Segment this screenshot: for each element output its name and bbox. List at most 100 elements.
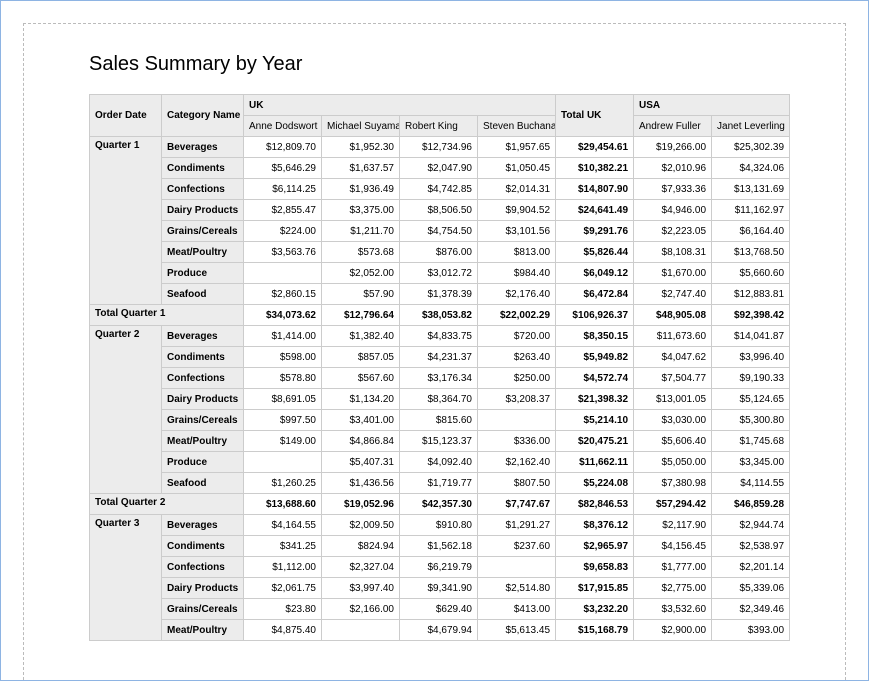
value-cell: $2,514.80 <box>478 578 556 599</box>
value-cell: $7,504.77 <box>634 368 712 389</box>
value-cell: $3,101.56 <box>478 221 556 242</box>
value-cell: $567.60 <box>322 368 400 389</box>
value-cell: $5,660.60 <box>712 263 790 284</box>
value-cell: $2,775.00 <box>634 578 712 599</box>
table-row: Quarter 3Beverages$4,164.55$2,009.50$910… <box>90 515 790 536</box>
hdr-usa-col: Janet Leverling <box>712 116 790 137</box>
value-cell: $341.25 <box>244 536 322 557</box>
value-cell: $2,009.50 <box>322 515 400 536</box>
value-cell: $807.50 <box>478 473 556 494</box>
value-cell: $2,010.96 <box>634 158 712 179</box>
total-uk-cell: $6,472.84 <box>556 284 634 305</box>
value-cell: $5,300.80 <box>712 410 790 431</box>
table-row: Condiments$598.00$857.05$4,231.37$263.40… <box>90 347 790 368</box>
hdr-uk-col: Anne Dodswort <box>244 116 322 137</box>
value-cell: $3,208.37 <box>478 389 556 410</box>
table-row: Dairy Products$8,691.05$1,134.20$8,364.7… <box>90 389 790 410</box>
value-cell: $2,052.00 <box>322 263 400 284</box>
value-cell: $1,670.00 <box>634 263 712 284</box>
value-cell: $4,114.55 <box>712 473 790 494</box>
value-cell: $815.60 <box>400 410 478 431</box>
value-cell: $336.00 <box>478 431 556 452</box>
total-cell: $92,398.42 <box>712 305 790 326</box>
value-cell: $1,050.45 <box>478 158 556 179</box>
table-row: Confections$6,114.25$1,936.49$4,742.85$2… <box>90 179 790 200</box>
total-uk-cell: $17,915.85 <box>556 578 634 599</box>
table-row: Confections$578.80$567.60$3,176.34$250.0… <box>90 368 790 389</box>
value-cell: $149.00 <box>244 431 322 452</box>
value-cell: $413.00 <box>478 599 556 620</box>
quarter-total-row: Total Quarter 2$13,688.60$19,052.96$42,3… <box>90 494 790 515</box>
value-cell: $1,260.25 <box>244 473 322 494</box>
category-label: Seafood <box>162 284 244 305</box>
value-cell: $2,201.14 <box>712 557 790 578</box>
value-cell: $13,768.50 <box>712 242 790 263</box>
total-cell: $22,002.29 <box>478 305 556 326</box>
table-row: Meat/Poultry$3,563.76$573.68$876.00$813.… <box>90 242 790 263</box>
total-uk-cell: $14,807.90 <box>556 179 634 200</box>
value-cell: $9,904.52 <box>478 200 556 221</box>
value-cell: $2,061.75 <box>244 578 322 599</box>
value-cell: $12,734.96 <box>400 137 478 158</box>
value-cell: $2,349.46 <box>712 599 790 620</box>
value-cell: $1,134.20 <box>322 389 400 410</box>
total-cell: $7,747.67 <box>478 494 556 515</box>
total-uk-cell: $4,572.74 <box>556 368 634 389</box>
total-cell: $34,073.62 <box>244 305 322 326</box>
value-cell: $9,341.90 <box>400 578 478 599</box>
value-cell: $3,030.00 <box>634 410 712 431</box>
value-cell: $813.00 <box>478 242 556 263</box>
value-cell: $1,291.27 <box>478 515 556 536</box>
value-cell: $4,231.37 <box>400 347 478 368</box>
value-cell: $8,691.05 <box>244 389 322 410</box>
value-cell: $2,900.00 <box>634 620 712 641</box>
category-label: Grains/Cereals <box>162 599 244 620</box>
table-row: Grains/Cereals$23.80$2,166.00$629.40$413… <box>90 599 790 620</box>
total-uk-cell: $2,965.97 <box>556 536 634 557</box>
total-cell: $19,052.96 <box>322 494 400 515</box>
quarter-total-label: Total Quarter 1 <box>90 305 244 326</box>
table-row: Dairy Products$2,061.75$3,997.40$9,341.9… <box>90 578 790 599</box>
value-cell: $23.80 <box>244 599 322 620</box>
value-cell: $3,176.34 <box>400 368 478 389</box>
value-cell: $19,266.00 <box>634 137 712 158</box>
total-cell: $46,859.28 <box>712 494 790 515</box>
category-label: Confections <box>162 368 244 389</box>
value-cell: $578.80 <box>244 368 322 389</box>
value-cell: $910.80 <box>400 515 478 536</box>
value-cell: $5,124.65 <box>712 389 790 410</box>
total-uk-cell: $20,475.21 <box>556 431 634 452</box>
value-cell: $1,211.70 <box>322 221 400 242</box>
value-cell: $1,436.56 <box>322 473 400 494</box>
value-cell <box>322 620 400 641</box>
table-row: Quarter 2Beverages$1,414.00$1,382.40$4,8… <box>90 326 790 347</box>
value-cell: $1,378.39 <box>400 284 478 305</box>
value-cell: $25,302.39 <box>712 137 790 158</box>
total-uk-cell: $11,662.11 <box>556 452 634 473</box>
value-cell: $263.40 <box>478 347 556 368</box>
value-cell: $15,123.37 <box>400 431 478 452</box>
total-uk-cell: $106,926.37 <box>556 305 634 326</box>
total-uk-cell: $15,168.79 <box>556 620 634 641</box>
value-cell <box>244 452 322 473</box>
value-cell: $2,223.05 <box>634 221 712 242</box>
total-uk-cell: $6,049.12 <box>556 263 634 284</box>
value-cell: $5,339.06 <box>712 578 790 599</box>
value-cell: $4,833.75 <box>400 326 478 347</box>
total-uk-cell: $29,454.61 <box>556 137 634 158</box>
total-cell: $42,357.30 <box>400 494 478 515</box>
value-cell: $2,855.47 <box>244 200 322 221</box>
category-label: Beverages <box>162 137 244 158</box>
value-cell: $5,050.00 <box>634 452 712 473</box>
value-cell: $6,114.25 <box>244 179 322 200</box>
table-row: Seafood$1,260.25$1,436.56$1,719.77$807.5… <box>90 473 790 494</box>
quarter-total-row: Total Quarter 1$34,073.62$12,796.64$38,0… <box>90 305 790 326</box>
value-cell: $1,382.40 <box>322 326 400 347</box>
value-cell: $1,745.68 <box>712 431 790 452</box>
category-label: Meat/Poultry <box>162 620 244 641</box>
hdr-category: Category Name <box>162 95 244 137</box>
value-cell: $3,375.00 <box>322 200 400 221</box>
value-cell: $14,041.87 <box>712 326 790 347</box>
value-cell: $2,014.31 <box>478 179 556 200</box>
category-label: Dairy Products <box>162 578 244 599</box>
